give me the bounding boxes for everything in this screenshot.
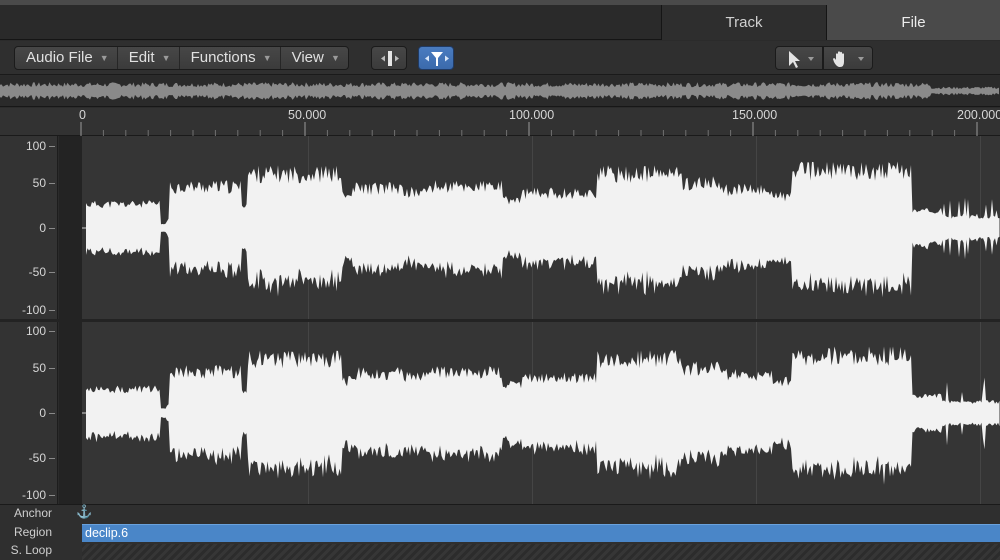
overview-waveform-shape: [0, 82, 999, 100]
catch-button[interactable]: [371, 46, 407, 70]
tab-track[interactable]: Track: [661, 5, 826, 40]
flex-icon: [425, 52, 449, 66]
region-row-label: Region: [13, 525, 52, 539]
amplitude-label: 0: [39, 221, 46, 235]
waveform-channel: [86, 346, 1000, 485]
anchor-icon[interactable]: ⚓: [76, 504, 92, 520]
anchor-row-label: Anchor: [13, 506, 52, 520]
amplitude-tick: [49, 146, 55, 147]
view-menu-label: View: [291, 49, 324, 66]
catch-icon: [381, 51, 399, 66]
amplitude-tick: [49, 272, 55, 273]
editor-toolbar: Audio File ▼ Edit ▼ Functions ▼ View ▼: [0, 41, 1000, 75]
amplitude-tick: [49, 413, 55, 414]
audio-file-menu-label: Audio File: [26, 49, 93, 66]
ruler-label: 100.000: [509, 108, 555, 122]
edit-menu-label: Edit: [128, 49, 155, 66]
amplitude-tick: [49, 310, 55, 311]
amplitude-tick: [49, 331, 55, 332]
view-menu[interactable]: View ▼: [281, 47, 348, 69]
audio-file-menu[interactable]: Audio File ▼: [15, 47, 118, 69]
pointer-tool-icon: [789, 51, 814, 68]
region-bar[interactable]: declip.6: [82, 524, 1000, 542]
overview-waveform[interactable]: [0, 76, 1000, 107]
amplitude-label: 0: [39, 406, 46, 420]
region-name: declip.6: [85, 526, 129, 540]
sample-loop-bar[interactable]: [82, 544, 1000, 560]
channel-separator: [0, 319, 1000, 322]
tab-file[interactable]: File: [826, 5, 1000, 40]
time-ruler[interactable]: 0 50.000 100.000 150.000 200.000: [0, 108, 1000, 136]
hand-tool-menu[interactable]: [823, 46, 873, 70]
amplitude-label: 50: [32, 176, 46, 190]
flex-button[interactable]: [418, 46, 454, 70]
functions-menu-label: Functions: [190, 49, 256, 66]
ruler-label: 50.000: [288, 108, 327, 122]
edit-menu[interactable]: Edit ▼: [118, 47, 180, 69]
amplitude-label: 50: [32, 361, 46, 375]
ruler-label: 200.000: [957, 108, 1000, 122]
sample-loop-row-label: S. Loop: [10, 543, 52, 557]
ruler-ticks: [80, 122, 978, 136]
ruler-label: 150.000: [732, 108, 778, 122]
chevron-down-icon: ▼: [99, 53, 109, 63]
amplitude-tick: [49, 368, 55, 369]
amplitude-label: -50: [28, 265, 46, 279]
functions-menu[interactable]: Functions ▼: [180, 47, 281, 69]
chevron-down-icon: ▼: [161, 53, 171, 63]
waveform-channel: [86, 161, 1000, 298]
pointer-tool-menu[interactable]: [775, 46, 823, 70]
amplitude-label: 100: [25, 324, 46, 338]
overview-waveform-graphic: [0, 82, 999, 100]
chevron-down-icon: ▼: [262, 53, 272, 63]
amplitude-label: 100: [25, 139, 46, 153]
amplitude-label: -100: [21, 303, 46, 317]
hand-tool-icon: [833, 51, 864, 67]
ruler-label: 0: [79, 108, 86, 122]
amplitude-tick: [49, 183, 55, 184]
menu-group: Audio File ▼ Edit ▼ Functions ▼ View ▼: [14, 46, 349, 70]
amplitude-tick: [49, 458, 55, 459]
amplitude-label: -100: [21, 488, 46, 502]
top-tab-bar: Track File: [0, 0, 1000, 40]
chevron-down-icon: ▼: [330, 53, 340, 63]
amplitude-tick: [49, 228, 55, 229]
amplitude-label: -50: [28, 451, 46, 465]
amplitude-tick: [49, 495, 55, 496]
